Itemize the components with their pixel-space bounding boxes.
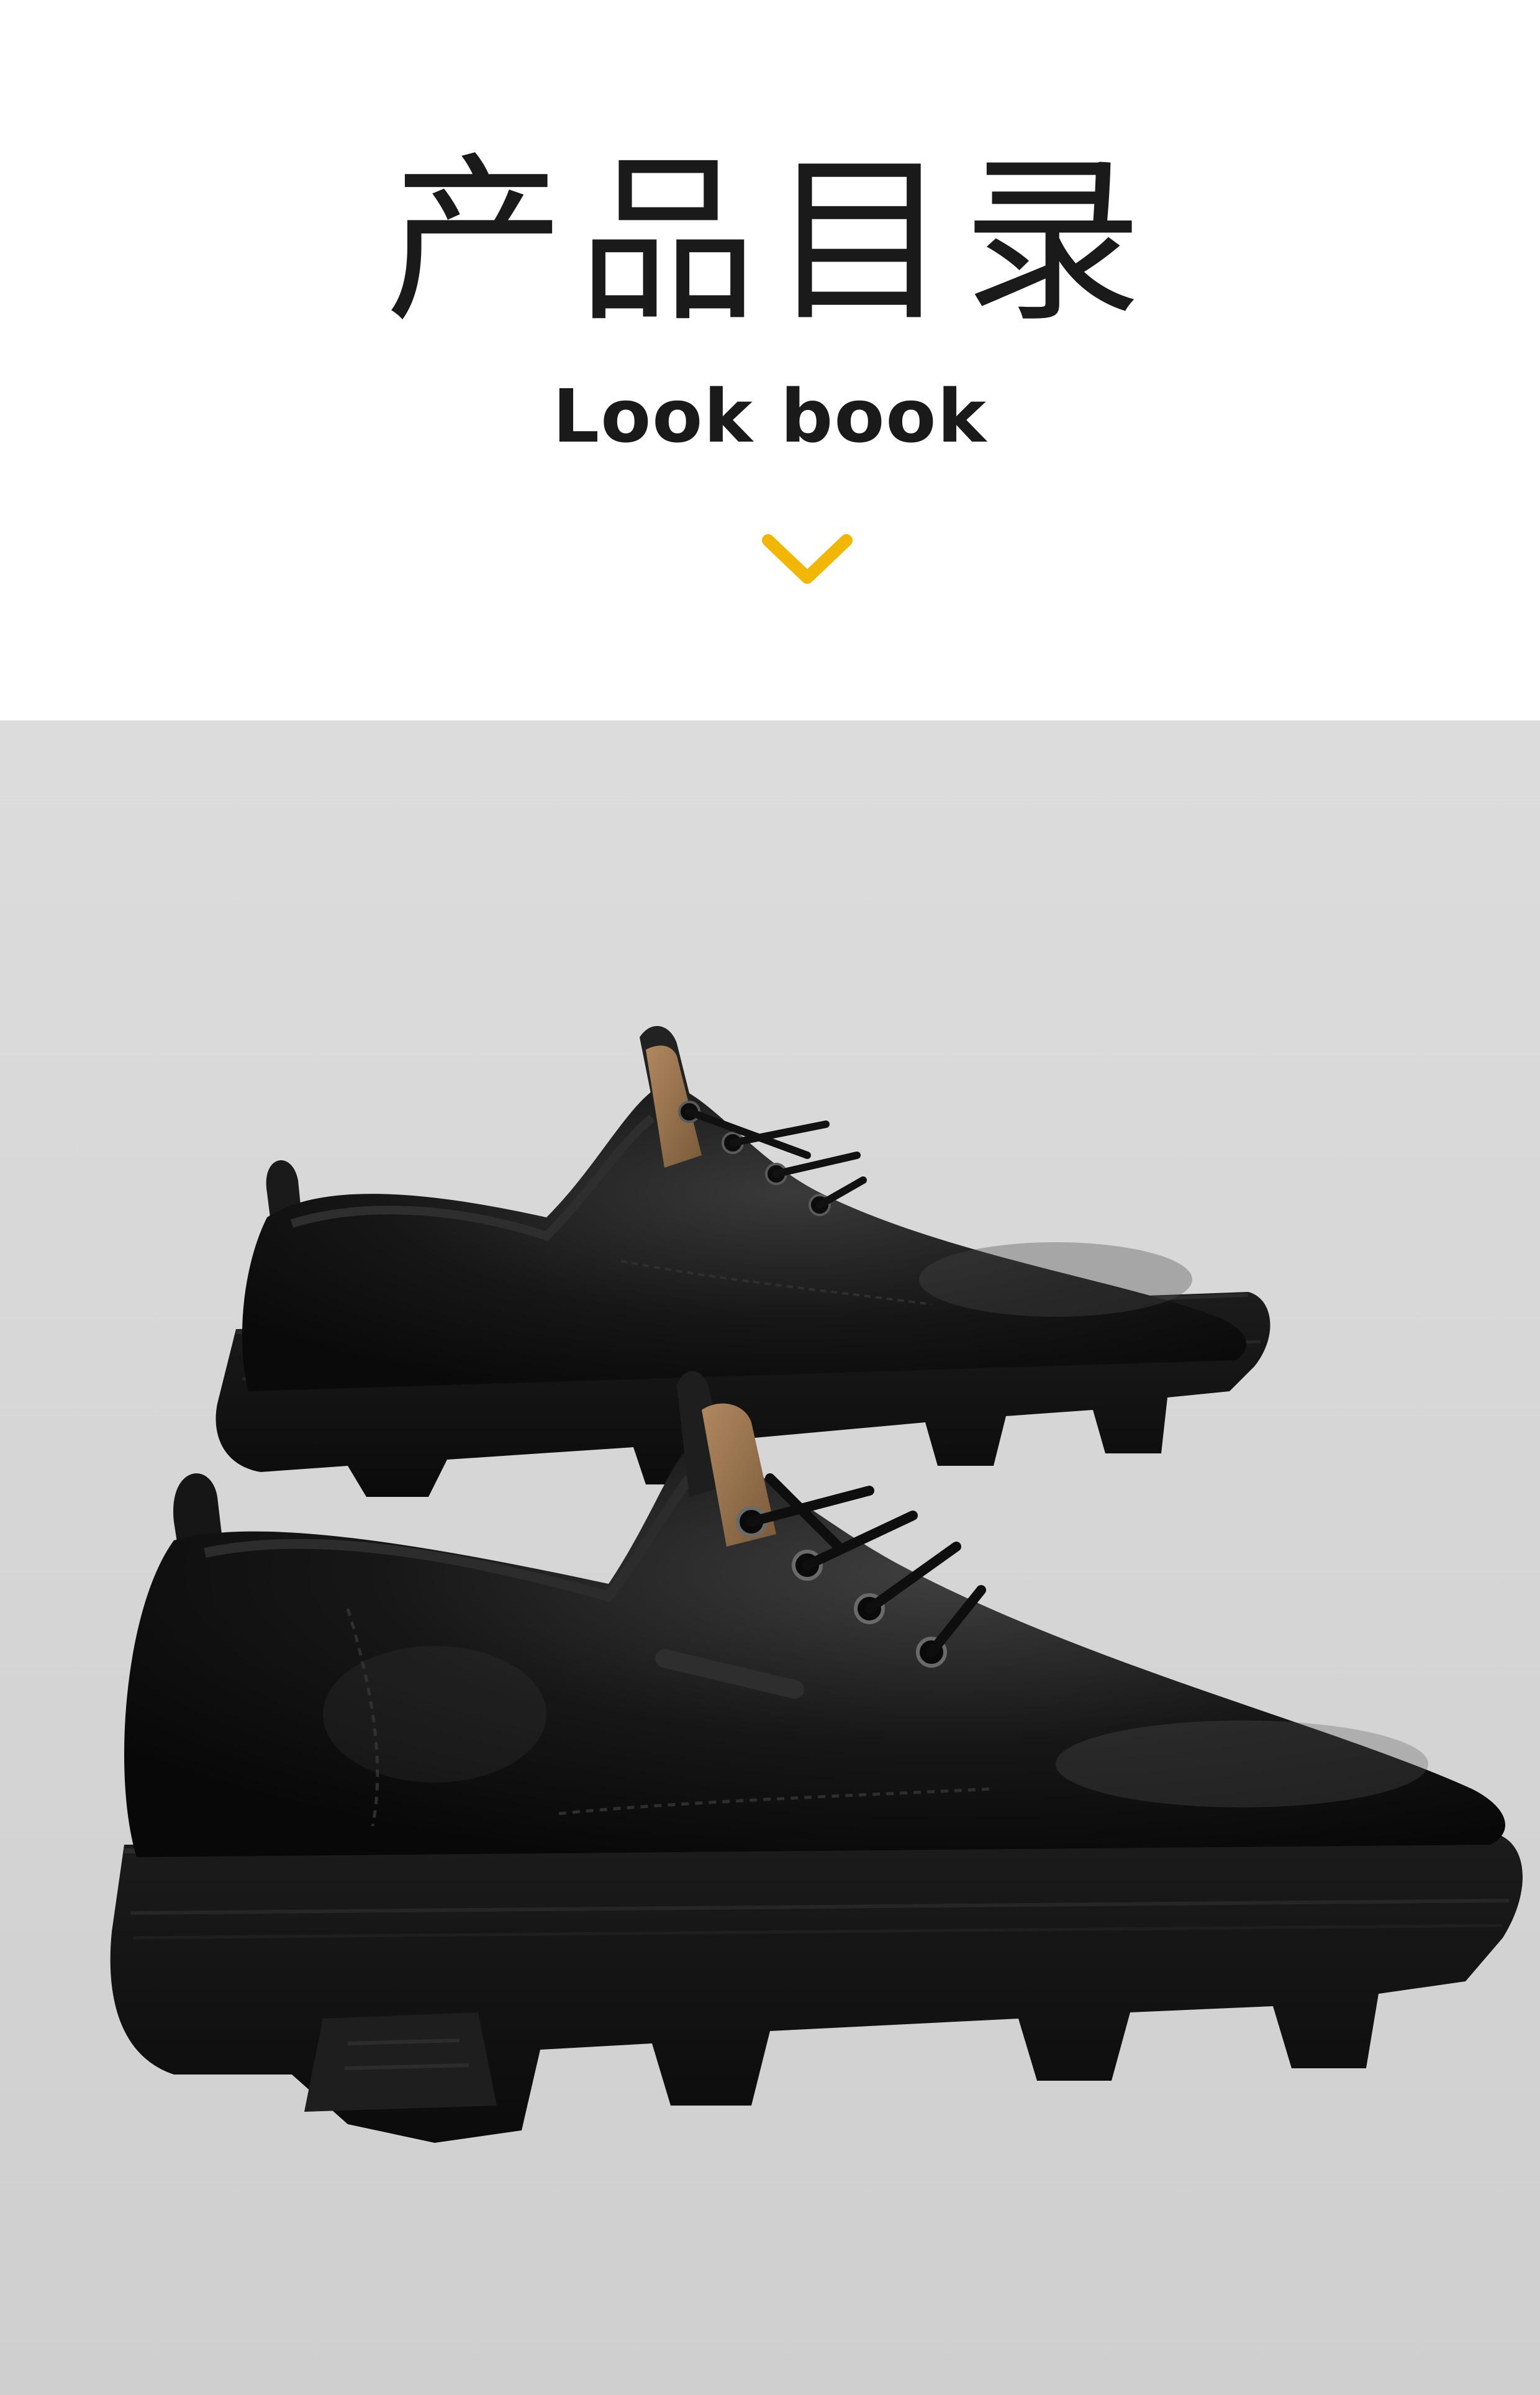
shoe-pair-image (0, 720, 1540, 2395)
lookbook-subtitle: Look book (553, 373, 987, 459)
product-photo (0, 720, 1540, 2395)
lookbook-header: 产品目录 Look book (0, 0, 1540, 720)
chevron-down-icon (762, 534, 853, 584)
catalog-title: 产品目录 (385, 137, 1155, 347)
